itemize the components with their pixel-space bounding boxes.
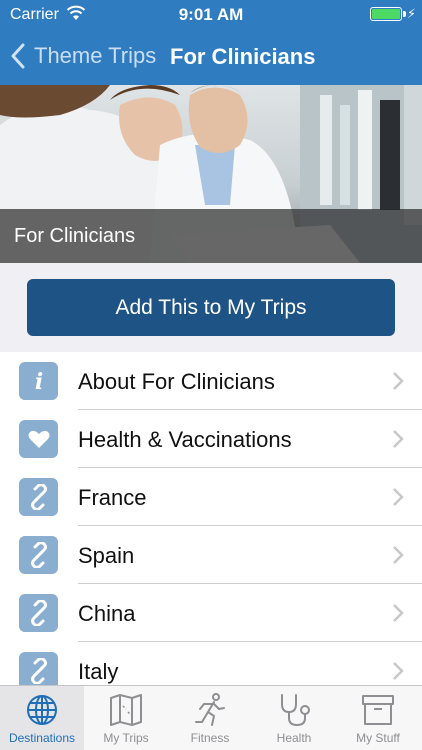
list-item-label: About For Clinicians (78, 369, 275, 394)
back-label: Theme Trips (34, 43, 157, 68)
list-item-china[interactable]: China (0, 584, 422, 642)
hero-caption: For Clinicians (14, 225, 136, 247)
navigation-bar: Theme Trips For Clinicians (0, 36, 422, 76)
list-item-label: China (78, 601, 136, 626)
list-item-about[interactable]: i About For Clinicians (0, 352, 422, 410)
box-icon (362, 695, 394, 725)
hero-image: For Clinicians (0, 85, 422, 263)
list-item-label: France (78, 485, 147, 510)
tab-my-stuff[interactable]: My Stuff (336, 686, 420, 750)
list-item-france[interactable]: France (0, 468, 422, 526)
info-icon: i (19, 362, 58, 400)
top-bar: Carrier 9:01 AM ⚡ Theme Trips For Clinic… (0, 0, 422, 85)
map-icon (110, 694, 142, 726)
chevron-right-icon (393, 488, 404, 506)
link-icon (19, 594, 58, 632)
tab-fitness[interactable]: Fitness (168, 686, 252, 750)
list-item-label: Italy (78, 659, 119, 684)
runner-icon (195, 693, 225, 726)
battery-icon (370, 7, 406, 21)
chevron-left-icon (11, 43, 25, 69)
add-to-my-trips-button[interactable]: Add This to My Trips (27, 279, 395, 336)
link-icon (19, 652, 58, 685)
list-item-label: Spain (78, 543, 135, 568)
tab-label: Destinations (8, 731, 76, 745)
status-bar: Carrier 9:01 AM ⚡ (0, 0, 422, 30)
link-icon (19, 536, 58, 574)
theme-list: i About For Clinicians Health & Vaccinat… (0, 352, 422, 685)
tab-my-trips[interactable]: My Trips (84, 686, 168, 750)
globe-icon (27, 695, 57, 725)
list-item-spain[interactable]: Spain (0, 526, 422, 584)
chevron-right-icon (393, 604, 404, 622)
tab-label: Health (276, 731, 312, 745)
chevron-right-icon (393, 372, 404, 390)
tab-label: My Stuff (356, 731, 400, 745)
list-item-italy[interactable]: Italy (0, 642, 422, 685)
chevron-right-icon (393, 546, 404, 564)
tab-health[interactable]: Health (252, 686, 336, 750)
chevron-right-icon (393, 662, 404, 680)
list-item-label: Health & Vaccinations (78, 427, 292, 452)
page-title: For Clinicians (170, 44, 316, 69)
tab-destinations[interactable]: Destinations (0, 686, 84, 750)
svg-text:i: i (34, 369, 42, 394)
tab-label: Fitness (190, 731, 230, 745)
back-button[interactable]: Theme Trips (10, 40, 156, 72)
list-item-health[interactable]: Health & Vaccinations (0, 410, 422, 468)
charging-icon: ⚡ (406, 6, 416, 21)
stethoscope-icon (281, 694, 310, 727)
heart-icon (19, 420, 58, 458)
chevron-right-icon (393, 430, 404, 448)
tab-bar: Destinations My Trips Fitness Health My … (0, 685, 422, 750)
tab-label: My Trips (103, 731, 149, 745)
clock: 9:01 AM (178, 5, 244, 24)
link-icon (19, 478, 58, 516)
